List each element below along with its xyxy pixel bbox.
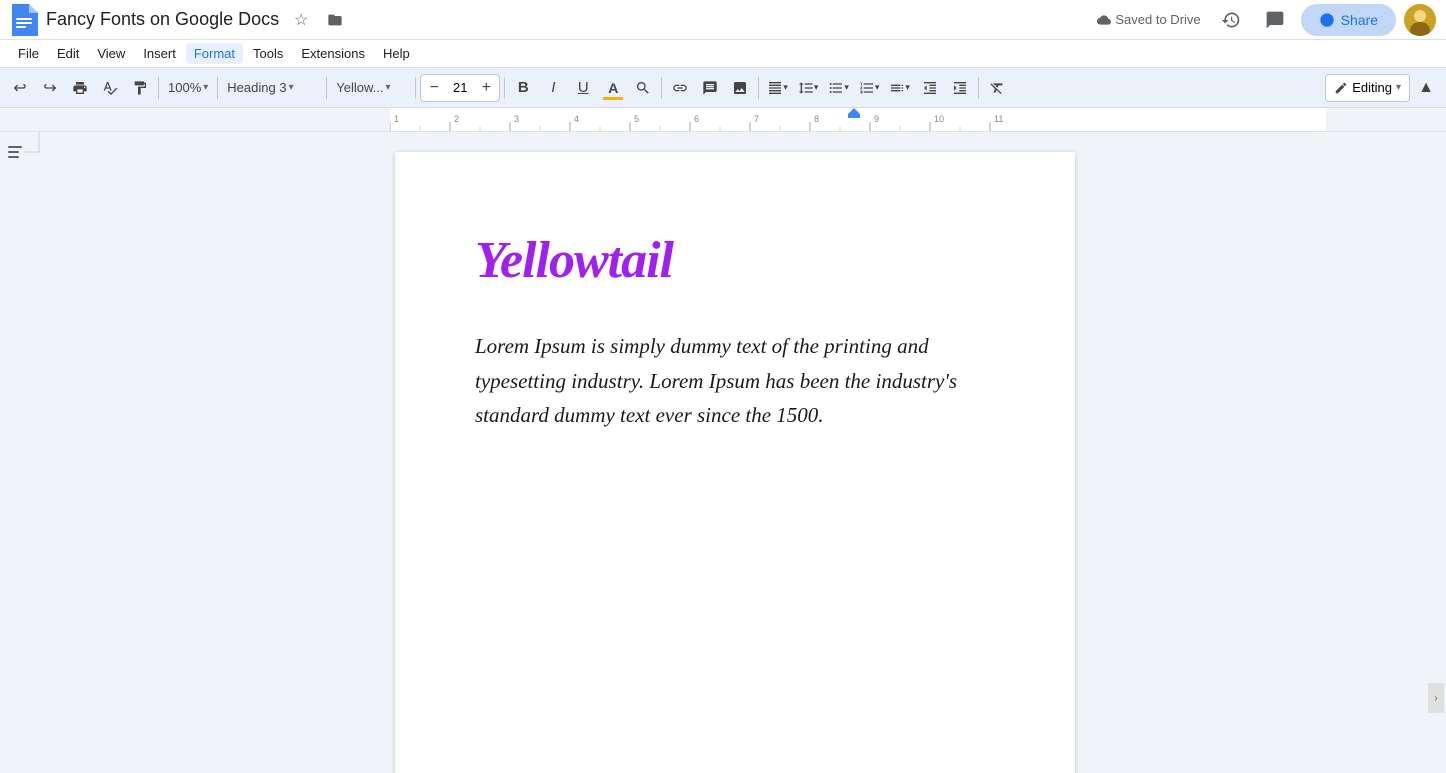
divider-5	[504, 77, 505, 99]
outline-levels-button[interactable]: ▾	[885, 73, 914, 103]
spellcheck-button[interactable]	[96, 73, 124, 103]
numbered-list-button[interactable]: ▾	[855, 73, 884, 103]
line-spacing-button[interactable]: ▾	[794, 73, 823, 103]
document-title: Fancy Fonts on Google Docs	[46, 9, 279, 30]
main-area: Yellowtail Lorem Ipsum is simply dummy t…	[0, 132, 1446, 773]
share-button[interactable]: Share	[1301, 4, 1396, 36]
ruler-right-margin	[1326, 108, 1446, 131]
svg-text:5: 5	[634, 114, 639, 124]
outline-line-2	[8, 151, 19, 153]
user-avatar[interactable]	[1404, 4, 1436, 36]
font-size-increase[interactable]: +	[475, 77, 497, 99]
svg-text:9: 9	[874, 114, 879, 124]
add-comment-button[interactable]	[696, 73, 724, 103]
outline-line-3	[8, 156, 19, 158]
outline-toggle[interactable]	[4, 142, 26, 164]
collapse-button[interactable]: ›	[1428, 683, 1444, 713]
document-body[interactable]: Lorem Ipsum is simply dummy text of the …	[475, 329, 995, 433]
style-arrow: ▾	[289, 82, 294, 93]
editing-mode-button[interactable]: Editing ▾	[1325, 74, 1410, 102]
highlight-button[interactable]	[629, 73, 657, 103]
divider-3	[326, 77, 327, 99]
menu-extensions[interactable]: Extensions	[293, 43, 373, 64]
underline-button[interactable]: U	[569, 73, 597, 103]
insert-image-button[interactable]	[726, 73, 754, 103]
divider-6	[661, 77, 662, 99]
document-page: Yellowtail Lorem Ipsum is simply dummy t…	[395, 152, 1075, 773]
divider-1	[158, 77, 159, 99]
font-select[interactable]: Yellow... ▾	[331, 74, 411, 102]
docs-icon	[10, 4, 38, 36]
svg-text:2: 2	[454, 114, 459, 124]
font-arrow: ▾	[386, 82, 391, 93]
comment-button[interactable]	[1257, 2, 1293, 38]
vertical-ruler	[24, 132, 40, 773]
svg-text:8: 8	[814, 114, 819, 124]
paint-format-button[interactable]	[126, 73, 154, 103]
saved-status: Saved to Drive	[1097, 12, 1200, 27]
ruler: 1 2 3 4 5 6 7 8 9 10 11	[0, 108, 1446, 132]
bold-button[interactable]: B	[509, 73, 537, 103]
outline-line-1	[8, 146, 22, 148]
menu-insert[interactable]: Insert	[135, 43, 184, 64]
svg-text:4: 4	[574, 114, 579, 124]
font-size-decrease[interactable]: −	[423, 77, 445, 99]
undo-button[interactable]: ↩	[6, 73, 34, 103]
decrease-indent-button[interactable]	[916, 73, 944, 103]
menubar: File Edit View Insert Format Tools Exten…	[0, 40, 1446, 68]
menu-file[interactable]: File	[10, 43, 47, 64]
svg-text:7: 7	[754, 114, 759, 124]
print-button[interactable]	[66, 73, 94, 103]
bulleted-list-button[interactable]: ▾	[824, 73, 853, 103]
redo-button[interactable]: ↪	[36, 73, 64, 103]
font-size-box: − +	[420, 74, 500, 102]
italic-button[interactable]: I	[539, 73, 567, 103]
divider-2	[217, 77, 218, 99]
ruler-left-margin	[0, 108, 390, 131]
divider-8	[978, 77, 979, 99]
document-heading[interactable]: Yellowtail	[475, 232, 995, 289]
left-margin	[0, 132, 24, 773]
menu-help[interactable]: Help	[375, 43, 418, 64]
font-size-input[interactable]	[445, 80, 475, 95]
svg-text:10: 10	[934, 114, 944, 124]
document-scroll-area[interactable]: Yellowtail Lorem Ipsum is simply dummy t…	[40, 132, 1430, 773]
zoom-select[interactable]: 100% ▾	[163, 74, 213, 102]
style-select[interactable]: Heading 3 ▾	[222, 74, 322, 102]
title-icons: ☆	[287, 6, 349, 34]
titlebar: Fancy Fonts on Google Docs ☆ Saved to Dr…	[0, 0, 1446, 40]
clear-formatting-button[interactable]	[983, 73, 1011, 103]
svg-text:11: 11	[994, 114, 1003, 124]
increase-indent-button[interactable]	[946, 73, 974, 103]
toolbar-expand-button[interactable]: ▲	[1412, 73, 1440, 103]
link-button[interactable]	[666, 73, 694, 103]
header-right: Share	[1213, 2, 1436, 38]
folder-button[interactable]	[321, 6, 349, 34]
divider-7	[758, 77, 759, 99]
menu-view[interactable]: View	[89, 43, 133, 64]
toolbar: ↩ ↪ 100% ▾ Heading 3 ▾ Yellow... ▾ − + B…	[0, 68, 1446, 108]
editing-arrow: ▾	[1396, 82, 1401, 93]
align-button[interactable]: ▾	[763, 73, 792, 103]
svg-text:3: 3	[514, 114, 519, 124]
history-button[interactable]	[1213, 2, 1249, 38]
svg-text:6: 6	[694, 114, 699, 124]
divider-4	[415, 77, 416, 99]
zoom-arrow: ▾	[203, 82, 208, 93]
menu-edit[interactable]: Edit	[49, 43, 87, 64]
menu-format[interactable]: Format	[186, 43, 243, 64]
ruler-content: 1 2 3 4 5 6 7 8 9 10 11	[390, 108, 1326, 131]
text-color-button[interactable]: A	[599, 73, 627, 103]
svg-text:1: 1	[394, 114, 399, 124]
right-panel: ›	[1430, 132, 1446, 773]
menu-tools[interactable]: Tools	[245, 43, 291, 64]
star-button[interactable]: ☆	[287, 6, 315, 34]
